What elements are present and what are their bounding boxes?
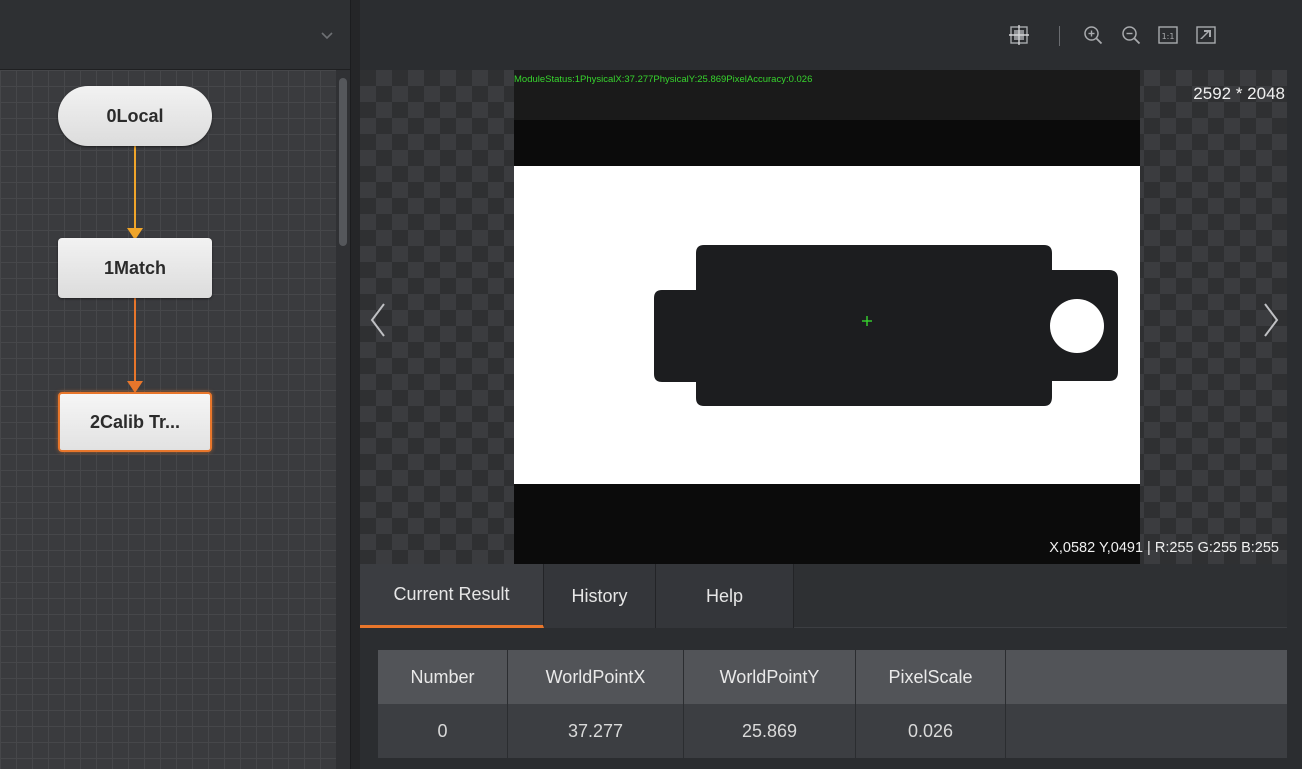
flow-scrollbar[interactable] — [336, 70, 350, 769]
flow-node-label: 2Calib Tr... — [89, 411, 181, 432]
chevron-left-icon[interactable] — [368, 300, 388, 340]
zoom-out-icon[interactable] — [1120, 24, 1142, 46]
right-scrollbar[interactable] — [1287, 70, 1302, 769]
tab-label: History — [571, 585, 628, 606]
toolbar-separator — [1059, 26, 1060, 46]
tab-current-result[interactable]: Current Result — [360, 564, 544, 628]
fit-window-icon[interactable] — [1195, 24, 1217, 46]
panel-splitter[interactable] — [350, 0, 360, 769]
table-row[interactable]: 0 37.277 25.869 0.026 — [378, 704, 1287, 758]
actual-size-icon[interactable]: 1:1 — [1157, 24, 1179, 46]
table-header-row: Number WorldPointX WorldPointY PixelScal… — [378, 650, 1287, 704]
tab-label: Help — [705, 585, 744, 606]
flow-header — [0, 0, 350, 70]
pixel-info-readout: X,0582 Y,0491 | R:255 G:255 B:255 — [1049, 540, 1279, 556]
chevron-right-icon[interactable] — [1261, 300, 1281, 340]
column-header[interactable]: Number — [378, 650, 508, 704]
table-cell: 0 — [378, 704, 508, 758]
result-table: Number WorldPointX WorldPointY PixelScal… — [378, 650, 1287, 758]
connector-local-match — [127, 146, 143, 240]
flow-node-label: 1Match — [103, 257, 166, 278]
image-viewer[interactable]: ModuleStatus:1PhysicalX:37.277PhysicalY:… — [360, 70, 1287, 564]
actual-size-label: 1:1 — [1162, 32, 1175, 41]
image-size-label: 2592 * 2048 — [1193, 84, 1285, 103]
crosshair-grid-icon[interactable] — [1008, 24, 1030, 46]
tab-help[interactable]: Help — [656, 564, 794, 628]
table-cell-empty — [1006, 704, 1287, 758]
flow-panel: 0Local 1Match 2Calib Tr... — [0, 0, 350, 769]
flow-node-calib-transform[interactable]: 2Calib Tr... — [58, 392, 212, 452]
column-header-empty — [1006, 650, 1287, 704]
image-toolbar: 1:1 — [360, 0, 1302, 70]
chevron-down-icon[interactable] — [320, 28, 334, 42]
tab-history[interactable]: History — [544, 564, 656, 628]
flow-node-label: 0Local — [106, 105, 164, 126]
column-header[interactable]: WorldPointY — [684, 650, 856, 704]
column-header[interactable]: WorldPointX — [508, 650, 684, 704]
part-silhouette — [654, 245, 1118, 406]
module-status-overlay: ModuleStatus:1PhysicalX:37.277PhysicalY:… — [514, 74, 813, 85]
table-cell: 25.869 — [684, 704, 856, 758]
tab-label: Current Result — [393, 584, 510, 604]
result-tabs: Current Result History Help — [360, 564, 1287, 628]
column-header[interactable]: PixelScale — [856, 650, 1006, 704]
connector-match-calib — [127, 298, 143, 393]
flow-node-match[interactable]: 1Match — [58, 238, 212, 298]
table-cell: 0.026 — [856, 704, 1006, 758]
result-panel: Current Result History Help Number World… — [360, 564, 1287, 769]
table-cell: 37.277 — [508, 704, 684, 758]
zoom-in-icon[interactable] — [1082, 24, 1104, 46]
flow-scrollbar-thumb[interactable] — [339, 78, 347, 246]
flow-node-local[interactable]: 0Local — [58, 86, 212, 146]
